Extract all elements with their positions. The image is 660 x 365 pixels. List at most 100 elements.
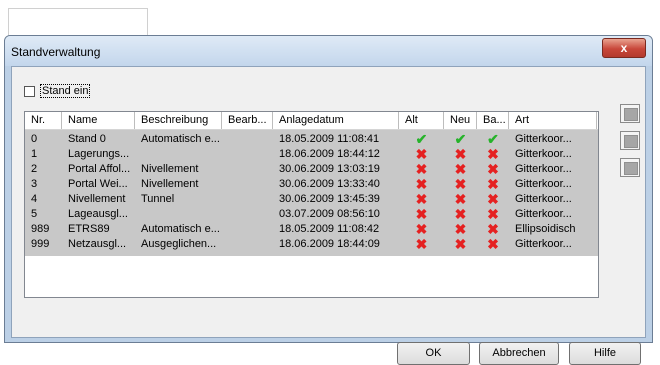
cross-icon: ✖ bbox=[415, 222, 428, 236]
standverwaltung-dialog: Standverwaltung x Stand ein Nr. Name Besch… bbox=[4, 35, 653, 365]
table-row[interactable]: 999 Netzausgl... Ausgeglichen... 18.06.2009… bbox=[25, 237, 598, 251]
cross-icon: ✖ bbox=[454, 192, 467, 206]
cell-datum: 18.05.2009 11:08:42 bbox=[279, 223, 380, 235]
cell-bearb bbox=[222, 207, 273, 221]
cell-nr: 0 bbox=[31, 133, 38, 145]
cell-nr: 999 bbox=[31, 238, 50, 250]
cross-icon: ✖ bbox=[487, 237, 499, 251]
col-header-anlagedatum[interactable]: Anlagedatum bbox=[273, 112, 399, 129]
cell-art: Gitterkoor... bbox=[515, 163, 572, 175]
cell-bearb bbox=[222, 237, 273, 251]
cell-name: Lagerungs... bbox=[68, 148, 130, 160]
cell-datum: 30.06.2009 13:33:40 bbox=[279, 178, 380, 190]
square-icon bbox=[624, 108, 638, 121]
col-header-alt[interactable]: Alt bbox=[399, 112, 444, 129]
cross-icon: ✖ bbox=[454, 147, 467, 161]
cell-name: Portal Wei... bbox=[68, 178, 128, 190]
cross-icon: ✖ bbox=[415, 207, 428, 221]
stand-ein-checkbox[interactable]: Stand ein bbox=[24, 84, 91, 98]
checkbox-box[interactable] bbox=[24, 85, 35, 97]
check-icon: ✔ bbox=[415, 132, 428, 146]
cell-beschreibung: Automatisch e... bbox=[141, 133, 220, 145]
cross-icon: ✖ bbox=[487, 222, 499, 236]
cell-bearb bbox=[222, 162, 273, 176]
square-icon bbox=[624, 135, 638, 148]
cell-bearb bbox=[222, 147, 273, 161]
col-header-bearb[interactable]: Bearb... bbox=[222, 112, 273, 129]
cell-name: Lageausgl... bbox=[68, 208, 128, 220]
cell-art: Gitterkoor... bbox=[515, 193, 572, 205]
table-row[interactable]: 3 Portal Wei... Nivellement 30.06.2009 13:3… bbox=[25, 177, 598, 191]
cell-art: Gitterkoor... bbox=[515, 208, 572, 220]
cross-icon: ✖ bbox=[487, 162, 499, 176]
square-icon bbox=[624, 162, 638, 175]
cell-bearb bbox=[222, 222, 273, 236]
cell-datum: 03.07.2009 08:56:10 bbox=[279, 208, 380, 220]
side-button-2[interactable] bbox=[620, 131, 640, 150]
cross-icon: ✖ bbox=[415, 192, 428, 206]
cell-name: Stand 0 bbox=[68, 133, 106, 145]
cell-nr: 4 bbox=[31, 193, 38, 205]
cell-nr: 5 bbox=[31, 208, 38, 220]
cell-art: Gitterkoor... bbox=[515, 148, 572, 160]
cell-name: ETRS89 bbox=[68, 223, 110, 235]
cell-datum: 18.05.2009 11:08:41 bbox=[279, 133, 380, 145]
cell-beschreibung: Automatisch e... bbox=[141, 223, 220, 235]
title-bar: Standverwaltung x bbox=[5, 36, 652, 66]
checkbox-label[interactable]: Stand ein bbox=[40, 84, 91, 98]
cross-icon: ✖ bbox=[487, 207, 499, 221]
list-header: Nr. Name Beschreibung Bearb... Anlagedatum Al… bbox=[25, 112, 598, 130]
cell-beschreibung bbox=[135, 147, 222, 161]
side-button-1[interactable] bbox=[620, 104, 640, 123]
cell-art: Gitterkoor... bbox=[515, 133, 572, 145]
table-row[interactable]: 4 Nivellement Tunnel 30.06.2009 13:45:39 ✖ ✖ ✖… bbox=[25, 192, 598, 206]
cancel-button[interactable]: Abbrechen bbox=[479, 342, 559, 365]
col-header-ba[interactable]: Ba... bbox=[477, 112, 509, 129]
cell-name: Nivellement bbox=[68, 193, 126, 205]
dialog-title: Standverwaltung bbox=[11, 45, 101, 59]
table-row[interactable]: 1 Lagerungs... 18.06.2009 18:44:12 ✖ ✖ ✖ Gitte… bbox=[25, 147, 598, 161]
col-header-neu[interactable]: Neu bbox=[444, 112, 477, 129]
cell-datum: 18.06.2009 18:44:09 bbox=[279, 238, 380, 250]
cell-datum: 30.06.2009 13:45:39 bbox=[279, 193, 380, 205]
cross-icon: ✖ bbox=[487, 177, 499, 191]
help-button[interactable]: Hilfe bbox=[569, 342, 641, 365]
list-rows: 0 Stand 0 Automatisch e... 18.05.2009 11:08… bbox=[25, 130, 598, 256]
cross-icon: ✖ bbox=[487, 192, 499, 206]
col-header-nr[interactable]: Nr. bbox=[25, 112, 62, 129]
side-button-3[interactable] bbox=[620, 158, 640, 177]
table-row[interactable]: 5 Lageausgl... 03.07.2009 08:56:10 ✖ ✖ ✖ Gitte… bbox=[25, 207, 598, 221]
col-header-art[interactable]: Art bbox=[509, 112, 597, 129]
cross-icon: ✖ bbox=[454, 177, 467, 191]
cross-icon: ✖ bbox=[487, 147, 499, 161]
cell-nr: 2 bbox=[31, 163, 38, 175]
stand-list[interactable]: Nr. Name Beschreibung Bearb... Anlagedatum Al… bbox=[24, 111, 599, 298]
col-header-name[interactable]: Name bbox=[62, 112, 135, 129]
close-icon: x bbox=[620, 41, 628, 55]
cross-icon: ✖ bbox=[454, 162, 467, 176]
cell-bearb bbox=[222, 192, 273, 206]
cross-icon: ✖ bbox=[454, 207, 467, 221]
cell-nr: 1 bbox=[31, 148, 38, 160]
cell-nr: 3 bbox=[31, 178, 38, 190]
cell-beschreibung: Tunnel bbox=[141, 193, 175, 205]
dialog-client-area: Stand ein Nr. Name Beschreibung Bearb... Anl… bbox=[11, 66, 646, 365]
table-row[interactable]: 2 Portal Affol... Nivellement 30.06.2009 13… bbox=[25, 162, 598, 176]
check-icon: ✔ bbox=[454, 132, 467, 146]
cross-icon: ✖ bbox=[454, 237, 467, 251]
cell-beschreibung bbox=[135, 207, 222, 221]
close-button[interactable]: x bbox=[602, 38, 646, 58]
cell-datum: 18.06.2009 18:44:12 bbox=[279, 148, 380, 160]
table-row[interactable]: 0 Stand 0 Automatisch e... 18.05.2009 11:08… bbox=[25, 132, 598, 146]
col-header-beschreibung[interactable]: Beschreibung bbox=[135, 112, 222, 129]
cell-bearb bbox=[222, 177, 273, 191]
cell-nr: 989 bbox=[31, 223, 50, 235]
ok-button[interactable]: OK bbox=[397, 342, 470, 365]
cell-art: Gitterkoor... bbox=[515, 178, 572, 190]
cell-datum: 30.06.2009 13:03:19 bbox=[279, 163, 380, 175]
cell-beschreibung: Ausgeglichen... bbox=[141, 238, 217, 250]
table-row[interactable]: 989 ETRS89 Automatisch e... 18.05.2009 11:0… bbox=[25, 222, 598, 236]
check-icon: ✔ bbox=[487, 132, 499, 146]
background-panel bbox=[8, 8, 148, 37]
cross-icon: ✖ bbox=[415, 237, 428, 251]
